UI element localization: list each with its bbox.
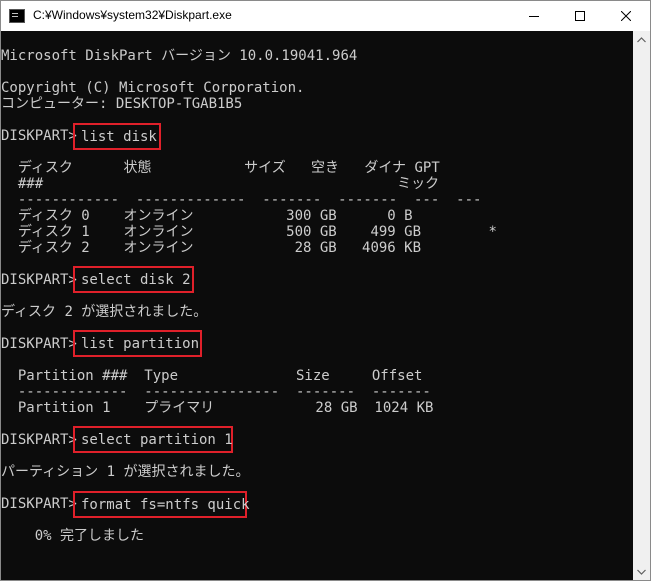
- disk-selected-message: ディスク 2 が選択されました。: [1, 304, 208, 320]
- command-highlight: list disk: [73, 123, 161, 150]
- disk-row: ディスク 1 オンライン 500 GB 499 GB *: [1, 224, 497, 240]
- minimize-button[interactable]: [511, 1, 557, 31]
- disk-table-header-2: ### ミック: [1, 176, 440, 192]
- close-button[interactable]: [603, 1, 649, 31]
- command-select-partition: select partition 1: [81, 432, 233, 448]
- prompt: DISKPART>: [1, 336, 77, 352]
- command-highlight: format fs=ntfs quick: [73, 491, 250, 518]
- scroll-down-button[interactable]: [633, 563, 650, 580]
- scroll-up-button[interactable]: [633, 31, 650, 48]
- disk-table-separator: ------------ ------------- ------- -----…: [1, 192, 482, 208]
- command-highlight: select disk 2: [73, 266, 194, 293]
- partition-table-header: Partition ### Type Size Offset: [1, 368, 423, 384]
- command-list-disk: list disk: [81, 129, 157, 145]
- vertical-scrollbar[interactable]: [633, 31, 650, 580]
- command-format: format fs=ntfs quick: [81, 497, 250, 513]
- console-output[interactable]: Microsoft DiskPart バージョン 10.0.19041.964 …: [1, 31, 633, 580]
- minimize-icon: [529, 16, 539, 17]
- partition-table-separator: ------------- ---------------- ------- -…: [1, 384, 431, 400]
- command-select-disk: select disk 2: [81, 272, 191, 288]
- partition-selected-message: パーティション 1 が選択されました。: [1, 464, 250, 480]
- command-highlight: select partition 1: [73, 426, 233, 453]
- diskpart-window: C:¥Windows¥system32¥Diskpart.exe Microso…: [0, 0, 651, 581]
- disk-row: ディスク 0 オンライン 300 GB 0 B: [1, 208, 413, 224]
- disk-row: ディスク 2 オンライン 28 GB 4096 KB: [1, 240, 422, 256]
- prompt: DISKPART>: [1, 496, 77, 512]
- command-list-partition: list partition: [81, 336, 200, 352]
- scroll-down-arrow-icon: [637, 569, 646, 575]
- prompt: DISKPART>: [1, 432, 77, 448]
- format-progress: 0% 完了しました: [1, 528, 145, 544]
- window-title: C:¥Windows¥system32¥Diskpart.exe: [33, 8, 232, 22]
- scroll-up-arrow-icon: [637, 36, 646, 42]
- prompt: DISKPART>: [1, 128, 77, 144]
- disk-table-header: ディスク 状態 サイズ 空き ダイナ GPT: [1, 160, 440, 176]
- version-line: Microsoft DiskPart バージョン 10.0.19041.964: [1, 48, 358, 64]
- computer-line: コンピューター: DESKTOP-TGAB1B5: [1, 96, 243, 112]
- prompt: DISKPART>: [1, 272, 77, 288]
- partition-row: Partition 1 プライマリ 28 GB 1024 KB: [1, 400, 434, 416]
- copyright-line: Copyright (C) Microsoft Corporation.: [1, 80, 305, 96]
- maximize-icon: [575, 11, 585, 21]
- title-bar[interactable]: C:¥Windows¥system32¥Diskpart.exe: [1, 1, 650, 31]
- close-icon: [621, 11, 631, 21]
- console-app-icon[interactable]: [9, 9, 25, 23]
- maximize-button[interactable]: [557, 1, 603, 31]
- command-highlight: list partition: [73, 330, 202, 357]
